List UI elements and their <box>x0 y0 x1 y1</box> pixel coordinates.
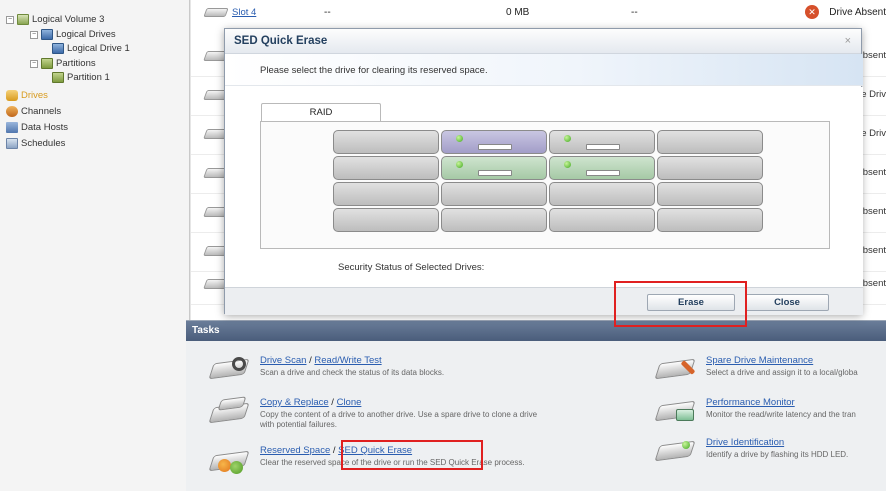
drive-slot-indicator <box>586 170 620 176</box>
task-description: Scan a drive and check the status of its… <box>260 368 445 377</box>
error-icon: ✕ <box>805 5 819 19</box>
drive-identification-icon <box>652 437 698 465</box>
drive-bay-selected[interactable] <box>441 130 547 154</box>
drive-bay[interactable] <box>549 182 655 206</box>
drive-bay-selected[interactable] <box>441 156 547 180</box>
dialog-body: RAID Security Status of Selected Drives: <box>225 87 863 287</box>
drive-bay[interactable] <box>333 182 439 206</box>
task-description-line2: with potential failures. <box>260 420 337 429</box>
close-button[interactable]: Close <box>745 294 829 311</box>
tasks-header: Tasks <box>186 321 886 341</box>
close-icon[interactable]: × <box>845 35 851 47</box>
collapse-icon[interactable]: − <box>30 30 38 39</box>
drive-led-icon <box>564 135 571 142</box>
tree-item-partition-1[interactable]: Partition 1 <box>52 72 110 83</box>
drive-row[interactable]: Slot 4 -- 0 MB -- ✕ Drive Absent <box>191 0 886 25</box>
reserved-space-link[interactable]: Reserved Space <box>260 445 330 456</box>
drive-bay[interactable] <box>441 182 547 206</box>
copy-replace-icon <box>206 396 252 425</box>
drive-bay[interactable] <box>441 208 547 232</box>
drive-slot-indicator <box>478 170 512 176</box>
schedules-icon <box>6 138 18 149</box>
drive-bay[interactable] <box>657 130 763 154</box>
task-performance-monitor: Performance Monitor Monitor the read/wri… <box>652 397 886 427</box>
tree-item-logical-drives[interactable]: − Logical Drives <box>30 29 116 40</box>
clone-link[interactable]: Clone <box>337 397 362 408</box>
performance-monitor-icon <box>652 397 698 425</box>
link-separator: / <box>330 445 339 456</box>
task-description: Copy the content of a drive to another d… <box>260 410 538 419</box>
dialog-title: SED Quick Erase <box>234 35 328 47</box>
drive-bay[interactable] <box>549 208 655 232</box>
drive-slot-indicator <box>478 144 512 150</box>
drive-model: -- <box>324 7 331 18</box>
logical-drive-icon <box>52 43 64 54</box>
tree-item-data-hosts[interactable]: Data Hosts <box>6 122 68 133</box>
task-drive-scan: Drive Scan / Read/Write Test Scan a driv… <box>206 355 626 385</box>
tree-item-channels[interactable]: Channels <box>6 106 61 117</box>
copy-replace-link[interactable]: Copy & Replace <box>260 397 329 408</box>
drive-icon <box>203 8 229 17</box>
drive-slot-indicator <box>586 144 620 150</box>
dialog-footer: Erase Close <box>225 287 863 315</box>
drive-bay[interactable] <box>333 156 439 180</box>
drive-bay-selected[interactable] <box>549 156 655 180</box>
drive-bay[interactable] <box>657 208 763 232</box>
read-write-test-link[interactable]: Read/Write Test <box>314 355 381 366</box>
reserved-space-icon <box>206 445 252 474</box>
drive-bay[interactable] <box>333 208 439 232</box>
drive-bay[interactable] <box>657 156 763 180</box>
dialog-instruction-bar: Please select the drive for clearing its… <box>225 54 863 86</box>
task-copy-replace: Copy & Replace / Clone Copy the content … <box>206 396 626 431</box>
dialog-titlebar: SED Quick Erase × <box>225 29 861 54</box>
tree-item-logical-drive-1[interactable]: Logical Drive 1 <box>52 43 130 54</box>
spare-drive-maintenance-icon <box>652 355 698 383</box>
highlight-box <box>341 440 483 470</box>
tab-raid[interactable]: RAID <box>261 103 381 121</box>
data-hosts-icon <box>6 122 18 133</box>
logical-drives-icon <box>41 29 53 40</box>
task-spare-drive: Spare Drive Maintenance Select a drive a… <box>652 355 886 385</box>
slot-link[interactable]: Slot 4 <box>232 7 256 18</box>
partition-icon <box>52 72 64 83</box>
drive-scan-link[interactable]: Drive Scan <box>260 355 306 366</box>
logical-volume-icon <box>17 14 29 25</box>
drives-icon <box>6 90 18 101</box>
drive-type: -- <box>631 7 638 18</box>
tasks-panel: Tasks Drive Scan / Read/Write Test Scan … <box>186 320 886 491</box>
performance-monitor-link[interactable]: Performance Monitor <box>706 397 795 408</box>
sed-quick-erase-dialog: SED Quick Erase × Please select the driv… <box>224 28 863 315</box>
collapse-icon[interactable]: − <box>30 59 38 68</box>
drive-bay[interactable] <box>657 182 763 206</box>
task-description: Identify a drive by flashing its HDD LED… <box>706 450 849 459</box>
spare-drive-maintenance-link[interactable]: Spare Drive Maintenance <box>706 355 813 366</box>
channels-icon <box>6 106 18 117</box>
security-status-label: Security Status of Selected Drives: <box>338 262 485 273</box>
drive-led-icon <box>456 161 463 168</box>
tree-item-logical-volume-3[interactable]: − Logical Volume 3 <box>6 14 104 25</box>
task-description: Select a drive and assign it to a local/… <box>706 368 858 377</box>
drive-led-icon <box>564 161 571 168</box>
tree-item-schedules[interactable]: Schedules <box>6 138 65 149</box>
drive-size: 0 MB <box>506 7 530 18</box>
highlight-box <box>614 281 747 327</box>
drive-identification-link[interactable]: Drive Identification <box>706 437 784 448</box>
collapse-icon[interactable]: − <box>6 15 14 24</box>
drive-scan-icon <box>206 355 252 383</box>
drive-led-icon <box>456 135 463 142</box>
partitions-icon <box>41 58 53 69</box>
drive-bay[interactable] <box>549 130 655 154</box>
drive-status: Drive Absent <box>829 7 886 18</box>
raid-enclosure <box>260 121 830 249</box>
drive-bay[interactable] <box>333 130 439 154</box>
link-separator: / <box>328 397 337 408</box>
navigation-tree: − Logical Volume 3 − Logical Drives Logi… <box>0 0 190 491</box>
tree-item-drives[interactable]: Drives <box>6 90 48 101</box>
task-drive-identification: Drive Identification Identify a drive by… <box>652 437 886 467</box>
dialog-instruction: Please select the drive for clearing its… <box>260 65 488 76</box>
task-description: Monitor the read/write latency and the t… <box>706 410 856 419</box>
tree-item-partitions[interactable]: − Partitions <box>30 58 96 69</box>
